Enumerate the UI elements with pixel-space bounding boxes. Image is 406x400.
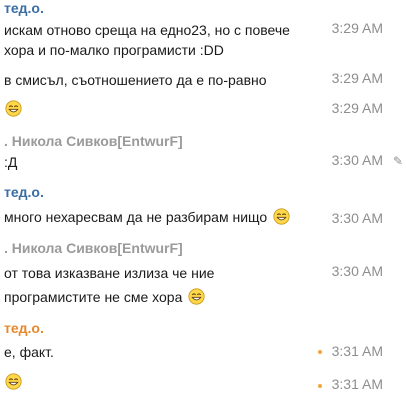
message-timestamp: 3:31 AM [331, 343, 383, 359]
smiley-icon [188, 288, 205, 305]
sender-name: тед.о. [4, 0, 44, 16]
message-text: е, факт. [4, 344, 54, 360]
message-text: много нехаресвам да не разбирам нищо [4, 207, 290, 227]
sender-name: тед.о. [4, 184, 44, 200]
message-timestamp: 3:29 AM [331, 20, 383, 36]
message-timestamp: 3:30 AM [331, 263, 383, 279]
sender-name: . Никола Сивков[EntwurF] [4, 240, 183, 256]
message-text: програмистите не сме хора [4, 287, 205, 307]
smiley-icon [3, 373, 22, 392]
message-timestamp: 3:29 AM [331, 100, 383, 116]
sender-name: тед.о. [4, 320, 44, 336]
message-text: в смисъл, съотношението да е по-равно [4, 72, 267, 88]
message-text: :Д [4, 154, 18, 170]
sender-name: . Никола Сивков[EntwurF] [4, 133, 183, 149]
unread-dot [318, 350, 322, 354]
message-text: искам отново среща на едно23, но с повеч… [4, 22, 290, 38]
message-timestamp: 3:30 AM [331, 210, 383, 226]
message-text-content: програмистите не сме хора [4, 289, 183, 305]
message-text: хора и по-малко програмисти :DD [4, 42, 224, 58]
message-timestamp: 3:30 AM [331, 152, 383, 168]
message-text: от това изказване излиза че ние [4, 265, 215, 281]
smiley-icon [273, 208, 290, 225]
unread-dot [318, 384, 322, 388]
message-text-content: много нехаресвам да не разбирам нищо [4, 209, 268, 225]
smiley-icon [3, 100, 22, 119]
message-timestamp: 3:31 AM [331, 376, 383, 392]
message-timestamp: 3:29 AM [331, 70, 383, 86]
edit-pencil-icon[interactable]: ✎ [393, 154, 403, 168]
